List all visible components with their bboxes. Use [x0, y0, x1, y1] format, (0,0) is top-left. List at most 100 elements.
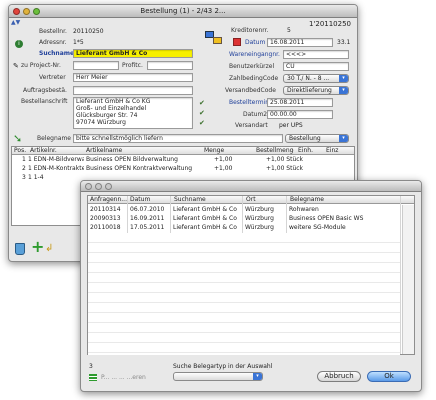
column-header[interactable]: Datum — [128, 196, 168, 204]
adressnr-value: 1*5 — [73, 39, 84, 46]
checkmark-icon[interactable]: ✔ — [199, 119, 205, 127]
column-header[interactable]: Einz — [324, 147, 346, 155]
zoom-hint: P... ... ... ...eren — [101, 374, 146, 381]
project-icon[interactable]: ✎ — [13, 62, 19, 70]
bestellung-select[interactable]: Bestellung ▾ — [285, 134, 349, 143]
vertical-scrollbar[interactable] — [402, 205, 414, 354]
auftragsbestae-field[interactable] — [73, 86, 193, 95]
versandbedcode-select[interactable]: Direktlieferung ▾ — [283, 86, 349, 95]
belegtyp-select[interactable]: ▾ — [173, 372, 263, 381]
address-field[interactable]: Lieferant GmbH & Co KG Groß- und Einzelh… — [73, 97, 193, 129]
profitc-field[interactable] — [147, 61, 193, 70]
add-icon[interactable]: + — [31, 239, 44, 255]
auftragsbestae-label: Auftragsbestä. — [23, 87, 67, 94]
datum-field[interactable]: 16.08.2011 — [267, 38, 333, 47]
kreditorennr-value: 5 — [287, 27, 291, 34]
bestelltermin-label: Bestelltermin — [229, 99, 270, 106]
table-row[interactable]: 20090313 16.09.2011 Lieferant GmbH & Co … — [88, 215, 414, 223]
versandart-value: per UPS — [279, 122, 303, 129]
suchname-field[interactable]: Lieferant GmbH & Co — [73, 49, 193, 58]
order-titlebar: Bestellung (1) - 2/43 2... — [9, 5, 357, 18]
benutzerkurzel-field[interactable]: CU — [283, 62, 349, 71]
belegname-label: Belegname — [37, 135, 71, 142]
table-cell: Lieferant GmbH & Co — [173, 206, 237, 213]
column-header[interactable]: Anfragenn... — [88, 196, 128, 204]
table-row[interactable]: 20110018 17.05.2011 Lieferant GmbH & Co … — [88, 224, 414, 232]
list-icon[interactable] — [89, 374, 97, 381]
table-row[interactable]: 2 1 EDN-M-Kontrakte Business OPEN Kontra… — [12, 165, 354, 173]
table-cell: 1 EDN-M-Kontrakte — [28, 165, 84, 172]
address-line: 97074 Würzburg — [76, 119, 126, 126]
column-header[interactable]: Belegname — [288, 196, 398, 204]
search-label: Suche Belegartyp in der Auswahl — [173, 363, 273, 370]
trash-icon[interactable] — [15, 243, 25, 255]
wareneingang-label: Wareneingangnr. — [229, 51, 280, 58]
table-cell: 20090313 — [90, 215, 121, 222]
cancel-button[interactable]: Abbruch — [317, 371, 361, 382]
minimize-dialog-button[interactable] — [95, 183, 102, 190]
table-cell: 06.07.2010 — [130, 206, 165, 213]
column-header[interactable]: Artikelname — [84, 147, 196, 155]
wareneingang-field[interactable]: <<<> — [283, 50, 349, 59]
address-line: Glücksburger Str. 74 — [76, 112, 138, 119]
checkmark-icon[interactable]: ✔ — [199, 99, 205, 107]
nav-arrows[interactable]: ▲▼ — [11, 19, 20, 26]
table-cell: Lieferant GmbH & Co — [173, 215, 237, 222]
datum-label: Datum — [245, 39, 266, 46]
table-cell: Business OPEN Bildverwaltung — [86, 156, 178, 163]
dialog-titlebar — [81, 181, 421, 192]
kw-value: 33.1 — [337, 39, 351, 46]
address-line: Lieferant GmbH & Co KG — [76, 98, 151, 105]
table-cell: 1 EDN-M-Bildverwaltung — [28, 156, 84, 163]
bestellnr-value: 20110250 — [73, 28, 104, 35]
table-cell: Rohwaren — [289, 206, 319, 213]
projekt-suffix: Profitc. — [122, 62, 143, 69]
table-row[interactable]: 1 1 EDN-M-Bildverwaltung Business OPEN B… — [12, 156, 354, 164]
column-header[interactable]: Artikelnr. — [28, 147, 84, 155]
checkmark-icon[interactable]: ✔ — [199, 109, 205, 117]
datum2-field[interactable]: 00.00.00 — [267, 110, 333, 119]
close-dialog-button[interactable] — [85, 183, 92, 190]
column-header[interactable]: Einh. — [296, 147, 320, 155]
bestellnr-label: Bestellnr. — [39, 28, 67, 35]
results-table[interactable]: Anfragenn... Datum Suchname Ort Belegnam… — [87, 195, 415, 355]
order-id-right: 1'20110250 — [308, 20, 351, 28]
bestellanschrift-label: Bestellanschrift — [21, 98, 68, 105]
table-cell: Würzburg — [245, 224, 274, 231]
info-icon[interactable]: i — [15, 40, 23, 48]
table-cell: Business OPEN Kontraktverwaltung — [86, 165, 193, 172]
belegname-field[interactable]: bitte schnellstmöglich liefern — [73, 134, 283, 143]
green-arrow-icon[interactable]: ➘ — [13, 132, 22, 145]
column-header[interactable]: Bestellmenge — [254, 147, 294, 155]
table-cell: Business OPEN Basic WS — [289, 215, 364, 222]
kreditorennr-label: Kreditorenrr. — [231, 27, 269, 34]
table-cell: 1 1-4 — [28, 174, 44, 181]
column-header[interactable]: Ort — [244, 196, 284, 204]
column-header[interactable]: Pos. — [12, 147, 28, 155]
table-row[interactable]: 20110314 06.07.2010 Lieferant GmbH & Co … — [88, 206, 414, 214]
ok-button[interactable]: Ok — [367, 371, 411, 382]
datum2-label: Datum2 — [243, 111, 268, 118]
bestelltermin-field[interactable]: 25.08.2011 — [267, 98, 333, 107]
windows-icon[interactable] — [205, 31, 223, 45]
zahlbedingcode-label: ZahlbedingCode — [229, 75, 279, 82]
search-dialog: Anfragenn... Datum Suchname Ort Belegnam… — [80, 180, 422, 392]
versandart-label: Versandart — [235, 122, 268, 129]
table-cell: 16.09.2011 — [130, 215, 165, 222]
projekt-field[interactable] — [73, 61, 119, 70]
results-table-header: Anfragenn... Datum Suchname Ort Belegnam… — [88, 196, 414, 204]
projekt-label: zu Project-Nr. — [21, 62, 61, 69]
column-header[interactable]: Suchname — [172, 196, 244, 204]
adressnr-label: Adressnr. — [39, 39, 67, 46]
zahlbedingcode-select[interactable]: 30 T./ N. - 8 ... ▾ — [283, 74, 349, 83]
vertreter-label: Vertreter — [39, 74, 66, 81]
zoom-dialog-button[interactable] — [105, 183, 112, 190]
versandbedcode-label: VersandbedCode — [225, 87, 276, 94]
table-cell: 17.05.2011 — [130, 224, 165, 231]
arrow-icon[interactable]: ↲ — [45, 243, 53, 254]
window-title: Bestellung (1) - 2/43 2... — [140, 7, 226, 15]
table-cell: +1,00 Stück — [266, 156, 304, 163]
column-header[interactable]: Menge — [202, 147, 242, 155]
calendar-icon[interactable] — [233, 38, 241, 46]
vertreter-field[interactable]: Herr Meier — [73, 73, 193, 82]
